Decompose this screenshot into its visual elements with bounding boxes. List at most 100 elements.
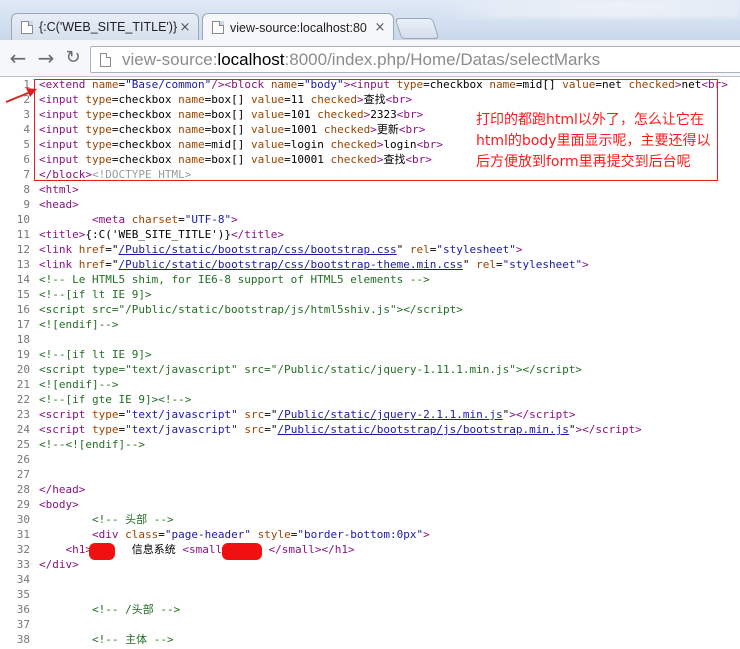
- line-number: 31: [16, 528, 30, 541]
- line-code: <title>{:C('WEB_SITE_TITLE')}</title>: [39, 228, 285, 241]
- line-code: </head>: [39, 483, 86, 496]
- source-line: 38 <!-- 主体 -->: [0, 632, 740, 647]
- line-code: <head>: [39, 198, 79, 211]
- line-number: 13: [16, 258, 30, 271]
- line-number: 26: [16, 453, 30, 466]
- line-code: <!--[if lt IE 9]>: [39, 288, 152, 301]
- url-scheme: view-source:: [122, 49, 218, 69]
- source-line: 11 <title>{:C('WEB_SITE_TITLE')}</title>: [0, 227, 740, 242]
- line-number: 36: [16, 603, 30, 616]
- source-link[interactable]: /Public/static/bootstrap/css/bootstrap.c…: [119, 243, 397, 256]
- source-line: 16 <script src="/Public/static/bootstrap/…: [0, 302, 740, 317]
- line-code: <body>: [39, 498, 79, 511]
- line-number: 21: [16, 378, 30, 391]
- line-code: <![endif]-->: [39, 318, 119, 331]
- line-code: <link href="/Public/static/bootstrap/css…: [39, 258, 589, 271]
- line-number: 12: [16, 243, 30, 256]
- line-number: 8: [23, 183, 30, 196]
- page-icon: [21, 20, 33, 34]
- source-line: 23 <script type="text/javascript" src="/P…: [0, 407, 740, 422]
- line-number: 6: [23, 153, 30, 166]
- source-line: 10 <meta charset="UTF-8">: [0, 212, 740, 227]
- source-line: 22 <!--[if gte IE 9]><!-->: [0, 392, 740, 407]
- tab-view-source[interactable]: view-source:localhost:80 ×: [202, 13, 394, 41]
- line-code: <div class="page-header" style="border-b…: [91, 528, 430, 541]
- tab-title: view-source:localhost:80: [230, 20, 367, 35]
- line-code: <!-- /头部 -->: [91, 603, 181, 616]
- source-link[interactable]: /Public/static/bootstrap/css/bootstrap-t…: [119, 258, 463, 271]
- line-code: <!-- 头部 -->: [91, 513, 174, 526]
- back-arrow-icon[interactable]: ←: [6, 46, 30, 70]
- line-number: 33: [16, 558, 30, 571]
- line-number: 37: [16, 618, 30, 631]
- source-line: 27: [0, 467, 740, 482]
- line-number: 27: [16, 468, 30, 481]
- tab-strip: {:C('WEB_SITE_TITLE')} × view-source:loc…: [0, 0, 740, 41]
- source-line: 26: [0, 452, 740, 467]
- source-line: 29 <body>: [0, 497, 740, 512]
- line-number: 19: [16, 348, 30, 361]
- line-code: </div>: [39, 558, 79, 571]
- source-line: 31 <div class="page-header" style="borde…: [0, 527, 740, 542]
- source-line: 18: [0, 332, 740, 347]
- tab-site-title[interactable]: {:C('WEB_SITE_TITLE')} ×: [11, 13, 199, 40]
- address-bar[interactable]: view-source: localhost:8000/index.php/Hom…: [90, 46, 740, 73]
- line-number: 16: [16, 303, 30, 316]
- line-code: <!--[if lt IE 9]>: [39, 348, 152, 361]
- source-line: 19 <!--[if lt IE 9]>: [0, 347, 740, 362]
- line-code: <!-- Le HTML5 shim, for IE6-8 support of…: [39, 273, 430, 286]
- line-code: <script type="text/javascript" src="/Pub…: [39, 423, 642, 436]
- line-number: 11: [16, 228, 30, 241]
- close-icon[interactable]: ×: [178, 20, 192, 35]
- line-number: 32: [16, 543, 30, 556]
- source-line: 24 <script type="text/javascript" src="/P…: [0, 422, 740, 437]
- line-code: <script src="/Public/static/bootstrap/js…: [39, 303, 463, 316]
- reload-icon[interactable]: ↻: [61, 46, 85, 70]
- line-number: 28: [16, 483, 30, 496]
- close-icon[interactable]: ×: [373, 20, 387, 35]
- source-line: 20 <script type="text/javascript" src="/P…: [0, 362, 740, 377]
- source-line: 15 <!--[if lt IE 9]>: [0, 287, 740, 302]
- line-code: <script type="text/javascript" src="/Pub…: [39, 363, 583, 376]
- blurred-background: [440, 0, 740, 18]
- line-number: 3: [23, 108, 30, 121]
- redaction-mark: [222, 543, 262, 560]
- line-code: <!--[if gte IE 9]><!-->: [39, 393, 192, 406]
- source-line: 8 <html>: [0, 182, 740, 197]
- source-line: 17 <![endif]-->: [0, 317, 740, 332]
- line-number: 18: [16, 333, 30, 346]
- toolbar: ← → ↻ view-source: localhost:8000/index.p…: [0, 40, 740, 77]
- line-code: <html>: [39, 183, 79, 196]
- line-number: 22: [16, 393, 30, 406]
- line-code: <![endif]-->: [39, 378, 119, 391]
- line-number: 9: [23, 198, 30, 211]
- red-arrow-icon: [5, 88, 37, 103]
- line-number: 23: [16, 408, 30, 421]
- line-number: 24: [16, 423, 30, 436]
- source-line: 25 <!--<![endif]-->: [0, 437, 740, 452]
- source-line: 30 <!-- 头部 -->: [0, 512, 740, 527]
- source-line: 37: [0, 617, 740, 632]
- source-line: 28 </head>: [0, 482, 740, 497]
- url-path: :8000/index.php/Home/Datas/selectMarks: [284, 49, 601, 69]
- source-line: 14 <!-- Le HTML5 shim, for IE6-8 support …: [0, 272, 740, 287]
- tab-title: {:C('WEB_SITE_TITLE')}: [39, 20, 178, 34]
- forward-arrow-icon[interactable]: →: [34, 46, 58, 70]
- source-link[interactable]: /Public/static/bootstrap/js/bootstrap.mi…: [277, 423, 568, 436]
- page-icon: [100, 52, 111, 67]
- redaction-mark: [89, 543, 115, 560]
- source-line: 34: [0, 572, 740, 587]
- line-number: 17: [16, 318, 30, 331]
- line-number: 25: [16, 438, 30, 451]
- source-line: 35: [0, 587, 740, 602]
- line-number: 14: [16, 273, 30, 286]
- url-host: localhost: [217, 49, 285, 69]
- annotation-note: 打印的都跑html以外了，怎么让它在 html的body里面显示呢，主要还得以 …: [476, 112, 711, 170]
- line-number: 29: [16, 498, 30, 511]
- new-tab-button[interactable]: [394, 18, 440, 39]
- page-icon: [212, 21, 224, 34]
- line-code: <!-- 主体 -->: [91, 633, 174, 646]
- source-link[interactable]: /Public/static/jquery-2.1.1.min.js: [277, 408, 502, 421]
- line-number: 10: [16, 213, 30, 226]
- line-number: 35: [16, 588, 30, 601]
